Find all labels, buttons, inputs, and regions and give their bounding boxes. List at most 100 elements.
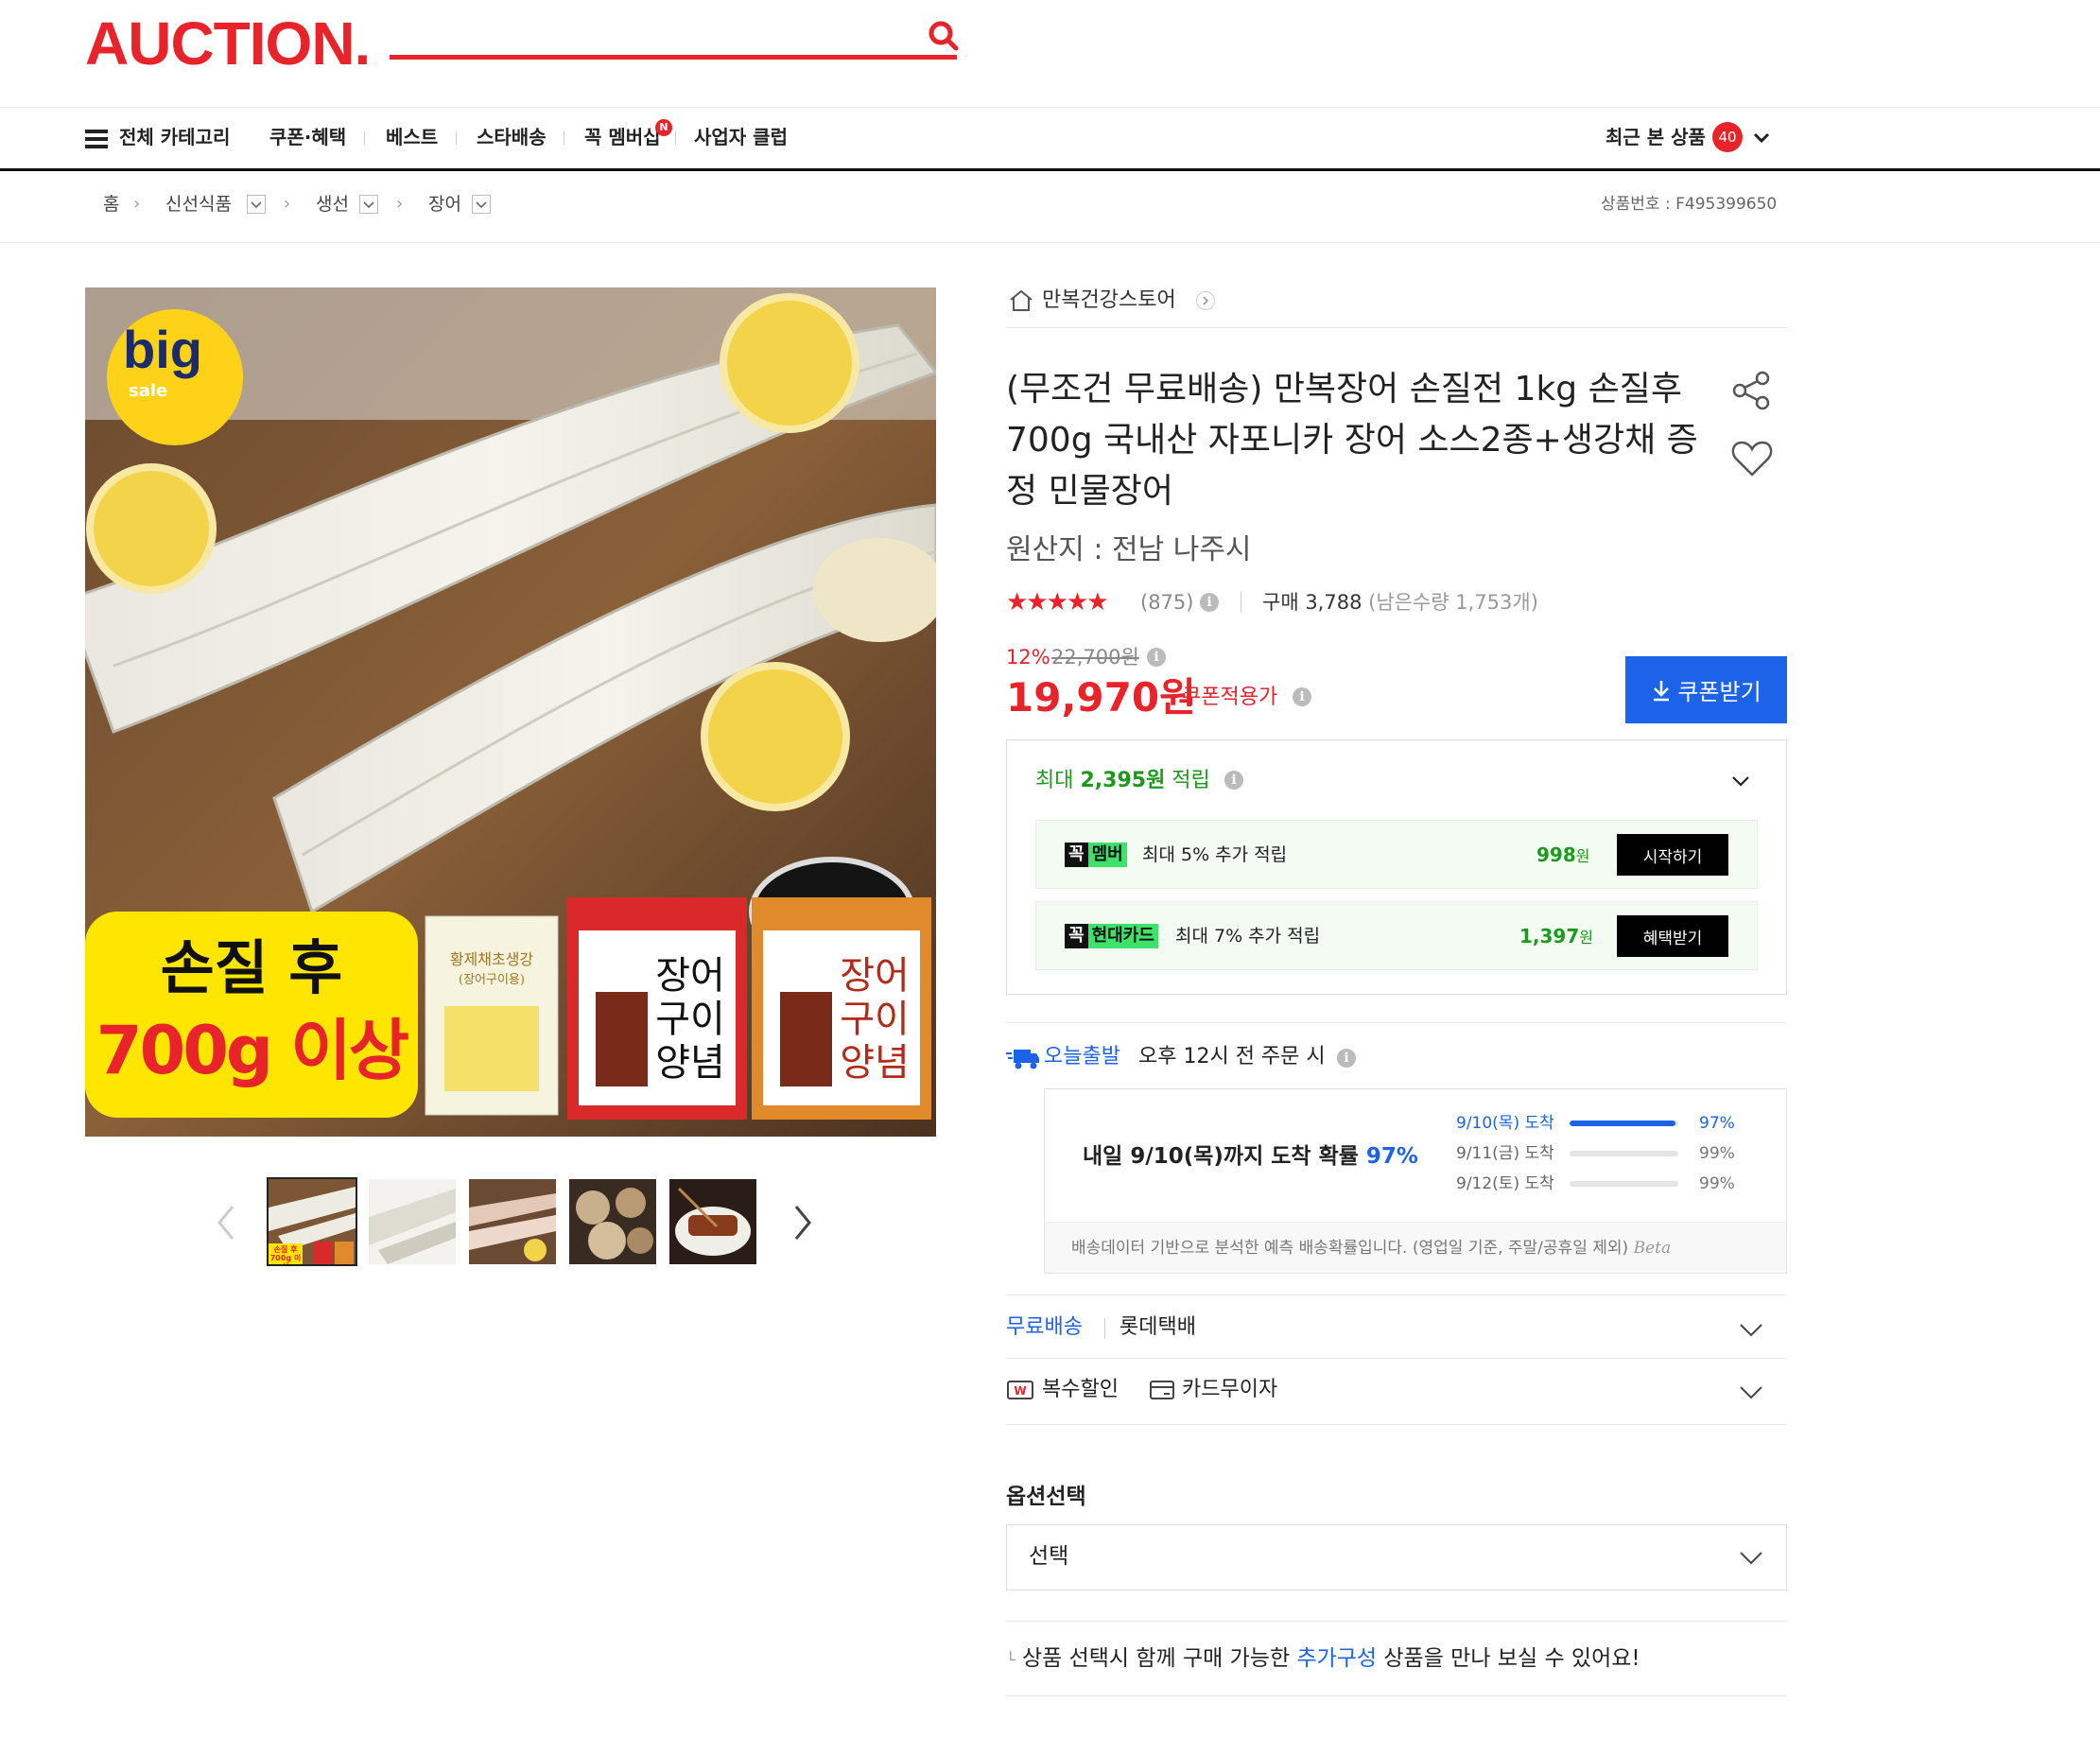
breadcrumb-arrow-icon: › bbox=[396, 194, 404, 214]
divider bbox=[1006, 1022, 1787, 1023]
coupon-download-button[interactable]: 쿠폰받기 bbox=[1625, 656, 1787, 723]
review-count[interactable]: (875) bbox=[1140, 586, 1193, 618]
chevron-down-icon[interactable] bbox=[1738, 1544, 1764, 1571]
arrival-date-label: 9/12(토) 도착 bbox=[1456, 1174, 1554, 1193]
nav-item-business-club[interactable]: 사업자 클럽 bbox=[694, 123, 788, 151]
recent-count-badge: 40 bbox=[1712, 122, 1743, 152]
menu-icon[interactable] bbox=[85, 130, 108, 148]
divider bbox=[364, 131, 365, 145]
card-interest-free-label[interactable]: 카드무이자 bbox=[1182, 1375, 1277, 1405]
chevron-right-icon[interactable] bbox=[1196, 291, 1215, 310]
breadcrumb-level-2[interactable]: 생선 bbox=[316, 191, 349, 217]
truck-icon bbox=[1006, 1050, 1039, 1069]
multi-discount-label[interactable]: 복수할인 bbox=[1042, 1375, 1119, 1405]
thumbnail[interactable] bbox=[469, 1179, 556, 1264]
nav-item-star-delivery[interactable]: 스타배송 bbox=[477, 123, 547, 151]
banner-line-1: 손질 후 bbox=[160, 933, 343, 1002]
chevron-down-icon[interactable] bbox=[359, 195, 378, 214]
start-membership-button[interactable]: 시작하기 bbox=[1617, 834, 1728, 876]
info-icon[interactable]: i bbox=[1200, 593, 1219, 612]
purchase-count: 구매 3,788 (남은수량 1,753개) bbox=[1262, 591, 1538, 614]
sale-price: 19,970원 bbox=[1006, 674, 1196, 721]
option-select-value[interactable]: 선택 bbox=[1029, 1540, 1068, 1573]
info-icon[interactable]: i bbox=[1337, 1049, 1356, 1068]
addon-info: └ 상품 선택시 함께 구매 가능한 추가구성 상품을 만나 보실 수 있어요! bbox=[1006, 1646, 1640, 1671]
search-icon[interactable] bbox=[925, 17, 963, 55]
original-price: 22,700원 bbox=[1051, 646, 1139, 669]
divider bbox=[1104, 1318, 1105, 1339]
coupon-price-label: 쿠폰적용가 bbox=[1182, 686, 1278, 709]
main-product-image[interactable]: big sale 손질 후 700g 이상 황제채초생강 (장어구이용) 장어구… bbox=[85, 287, 936, 1137]
product-number: 상품번호 : F495399650 bbox=[1601, 195, 1778, 214]
auction-logo[interactable]: AUCTION. bbox=[85, 13, 371, 74]
thumbnail[interactable] bbox=[369, 1179, 456, 1264]
divider bbox=[0, 107, 2100, 108]
chevron-down-icon[interactable] bbox=[1729, 770, 1752, 792]
divider bbox=[456, 131, 457, 145]
membership-tag: 꼭 멤버 bbox=[1065, 843, 1127, 867]
reward-row-card: 꼭 현대카드 최대 7% 추가 적립 1,397원 혜택받기 bbox=[1035, 901, 1758, 970]
chevron-left-icon[interactable] bbox=[216, 1205, 236, 1241]
thumbnail[interactable]: 손질 후 700g 이상 bbox=[267, 1177, 357, 1266]
divider bbox=[1006, 1695, 1787, 1696]
reward-row-amount: 998원 bbox=[1536, 843, 1590, 866]
recent-products-label[interactable]: 최근 본 상품 bbox=[1605, 123, 1706, 151]
breadcrumb-arrow-icon: › bbox=[133, 194, 141, 214]
divider bbox=[0, 242, 2100, 243]
chevron-down-icon[interactable] bbox=[1738, 1379, 1764, 1405]
divider bbox=[675, 131, 676, 145]
divider bbox=[1006, 1621, 1787, 1622]
probability-percent: 99% bbox=[1699, 1144, 1735, 1163]
card-tag: 꼭 현대카드 bbox=[1065, 924, 1158, 948]
free-shipping-label: 무료배송 bbox=[1006, 1315, 1083, 1339]
store-name-link[interactable]: 만복건강스토어 bbox=[1042, 286, 1176, 316]
divider bbox=[1006, 1358, 1787, 1359]
rating-stars: ★★★★★ bbox=[1006, 588, 1109, 617]
thumbnail[interactable] bbox=[569, 1179, 656, 1264]
divider bbox=[1006, 1424, 1787, 1425]
credit-card-icon bbox=[1150, 1381, 1174, 1399]
thumbnail[interactable] bbox=[669, 1179, 756, 1264]
divider bbox=[0, 168, 2100, 171]
option-select[interactable] bbox=[1006, 1524, 1787, 1590]
chevron-down-icon[interactable] bbox=[1752, 129, 1771, 148]
nav-item-membership[interactable]: 꼭 멤버십 bbox=[584, 123, 661, 151]
heart-icon[interactable] bbox=[1730, 437, 1774, 480]
breadcrumb-arrow-icon: › bbox=[284, 194, 291, 214]
info-icon[interactable]: i bbox=[1224, 771, 1243, 790]
share-icon[interactable] bbox=[1730, 369, 1774, 412]
probability-bar bbox=[1570, 1121, 1678, 1126]
divider bbox=[1006, 327, 1787, 328]
chevron-down-icon[interactable] bbox=[1738, 1316, 1764, 1343]
chevron-right-icon[interactable] bbox=[792, 1205, 813, 1241]
banner-line-2: 700g 이상 bbox=[95, 1012, 409, 1089]
info-icon[interactable]: i bbox=[1147, 648, 1166, 667]
probability-percent: 99% bbox=[1699, 1174, 1735, 1193]
arrival-date-label: 9/10(목) 도착 bbox=[1456, 1114, 1554, 1133]
package-sublabel: (장어구이용) bbox=[459, 973, 525, 987]
addon-link[interactable]: 추가구성 bbox=[1296, 1646, 1377, 1671]
reward-row-membership: 꼭 멤버 최대 5% 추가 적립 998원 시작하기 bbox=[1035, 820, 1758, 889]
chevron-down-icon[interactable] bbox=[472, 195, 491, 214]
origin-text: 원산지 : 전남 나주시 bbox=[1006, 533, 1252, 566]
nav-item-best[interactable]: 베스트 bbox=[386, 123, 438, 151]
download-icon bbox=[1654, 680, 1670, 701]
new-badge: N bbox=[655, 119, 672, 136]
get-benefit-button[interactable]: 혜택받기 bbox=[1617, 915, 1728, 957]
info-icon[interactable]: i bbox=[1293, 687, 1311, 706]
today-shipping-text: 오후 12시 전 주문 시 bbox=[1138, 1045, 1326, 1069]
probability-bar bbox=[1570, 1181, 1678, 1187]
breadcrumb-home[interactable]: 홈 bbox=[103, 191, 119, 217]
reward-title[interactable]: 최대 2,395원 적립 bbox=[1035, 766, 1210, 796]
breadcrumb-level-1[interactable]: 신선식품 bbox=[165, 191, 232, 217]
sauce-label: 장어구이 양념 bbox=[655, 954, 725, 1085]
search-input[interactable] bbox=[390, 55, 957, 60]
big-sale-badge: big bbox=[123, 320, 202, 379]
chevron-down-icon[interactable] bbox=[247, 195, 266, 214]
breadcrumb-level-3[interactable]: 장어 bbox=[428, 191, 461, 217]
svg-text:W: W bbox=[1014, 1384, 1026, 1398]
probability-percent: 97% bbox=[1699, 1114, 1735, 1133]
discount-percent: 12% bbox=[1006, 646, 1050, 669]
nav-all-categories[interactable]: 전체 카테고리 bbox=[119, 123, 230, 151]
nav-item-coupons[interactable]: 쿠폰·혜택 bbox=[269, 123, 346, 151]
